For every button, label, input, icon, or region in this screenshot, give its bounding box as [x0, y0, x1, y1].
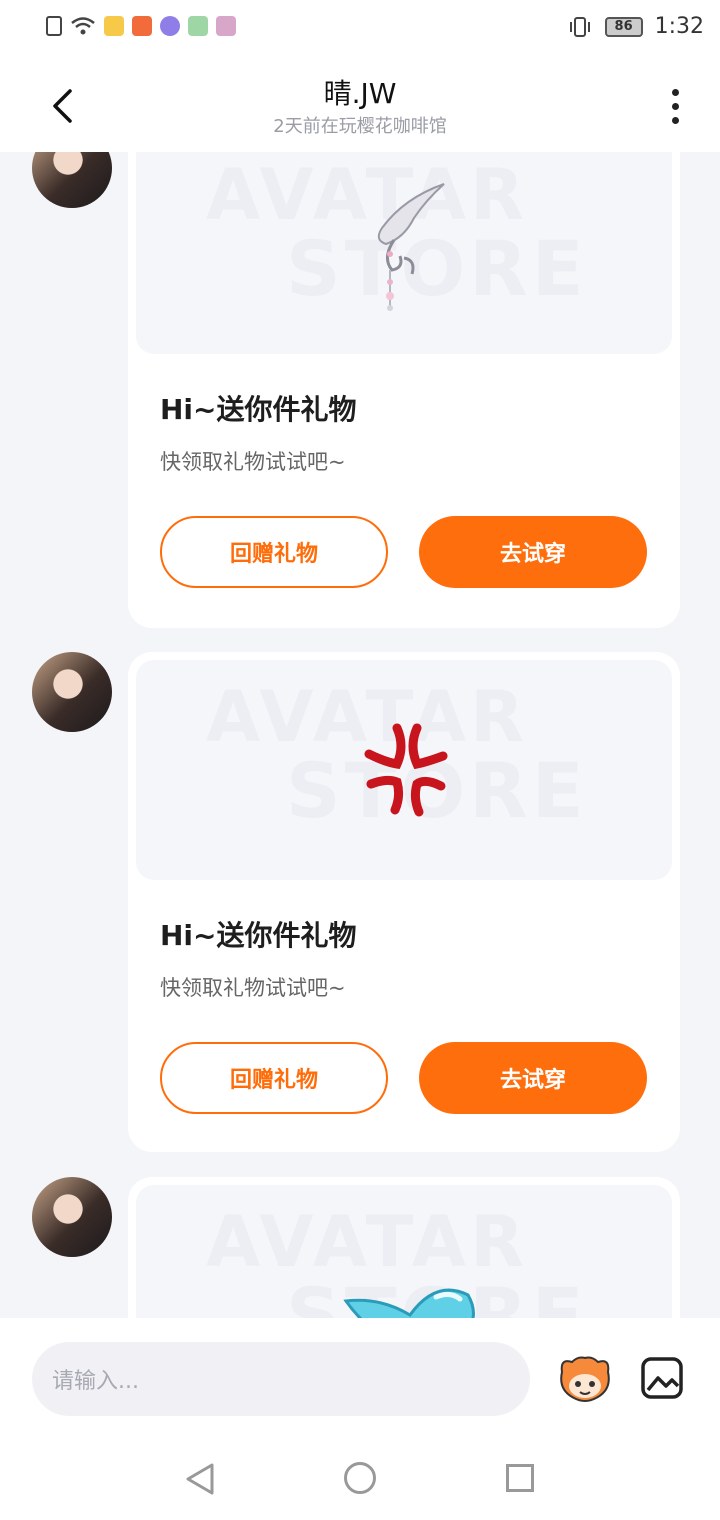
dot-icon	[671, 116, 679, 124]
nav-recent-apps-icon[interactable]	[506, 1464, 534, 1492]
image-picker-icon[interactable]	[640, 1356, 684, 1400]
game-app-icon	[188, 16, 208, 36]
dot-icon	[671, 102, 679, 110]
try-on-button[interactable]: 去试穿	[419, 516, 647, 588]
gift-subtitle: 快领取礼物试试吧~	[160, 976, 346, 1000]
clock: 1:32	[654, 14, 704, 39]
try-on-button[interactable]: 去试穿	[419, 1042, 647, 1114]
gift-subtitle: 快领取礼物试试吧~	[160, 450, 346, 474]
gift-image[interactable]: AVATAR STORE	[136, 1185, 672, 1318]
vibrate-icon	[569, 16, 590, 37]
return-gift-button[interactable]: 回赠礼物	[160, 1042, 388, 1114]
battery-indicator: 86	[604, 16, 643, 37]
nav-home-icon[interactable]	[344, 1462, 376, 1494]
gift-image[interactable]: AVATAR STORE	[136, 660, 672, 880]
anger-mark-icon	[364, 723, 448, 817]
gift-title: Hi~送你件礼物	[160, 393, 357, 426]
music-icon	[160, 16, 180, 36]
silver-hairpin-icon	[377, 183, 445, 311]
notification-icons	[46, 16, 236, 36]
blue-drop-icon	[343, 1288, 475, 1318]
input-bar: 请输入...	[0, 1318, 720, 1520]
gift-title: Hi~送你件礼物	[160, 919, 357, 952]
message-input[interactable]: 请输入...	[32, 1342, 530, 1416]
avatar[interactable]	[32, 152, 112, 208]
avatar[interactable]	[32, 652, 112, 732]
gift-card: AVATAR STORE Hi~送你件礼物 快领取礼物试试吧~ 回赠礼物 去试穿	[128, 652, 680, 1152]
gift-card: AVATAR STORE	[128, 1177, 680, 1318]
alert-file-icon	[46, 16, 62, 36]
wifi-icon	[71, 17, 95, 35]
chat-subtitle: 2天前在玩樱花咖啡馆	[273, 116, 447, 137]
gift-card: AVATAR STORE Hi~送你件礼物 快领取礼物试试吧~ 回赠礼物 去试穿	[128, 152, 680, 628]
app-yellow-icon	[104, 16, 124, 36]
chat-title: 晴.JW	[323, 77, 397, 110]
game-app-icon-2	[216, 16, 236, 36]
nav-back-icon[interactable]	[184, 1462, 216, 1496]
gift-image[interactable]: AVATAR STORE	[136, 152, 672, 354]
app-orange-icon	[132, 16, 152, 36]
avatar[interactable]	[32, 1177, 112, 1257]
system-nav-bar	[0, 1440, 720, 1520]
more-options-button[interactable]	[660, 84, 690, 128]
chat-list[interactable]: AVATAR STORE Hi~送你件礼物 快领取礼物试试吧~ 回赠礼物 去试穿	[0, 152, 720, 1318]
emoji-sticker-icon[interactable]	[556, 1354, 614, 1404]
dot-icon	[671, 88, 679, 96]
return-gift-button[interactable]: 回赠礼物	[160, 516, 388, 588]
status-bar: 86 1:32	[0, 0, 720, 58]
chat-header: 晴.JW 2天前在玩樱花咖啡馆	[0, 58, 720, 152]
